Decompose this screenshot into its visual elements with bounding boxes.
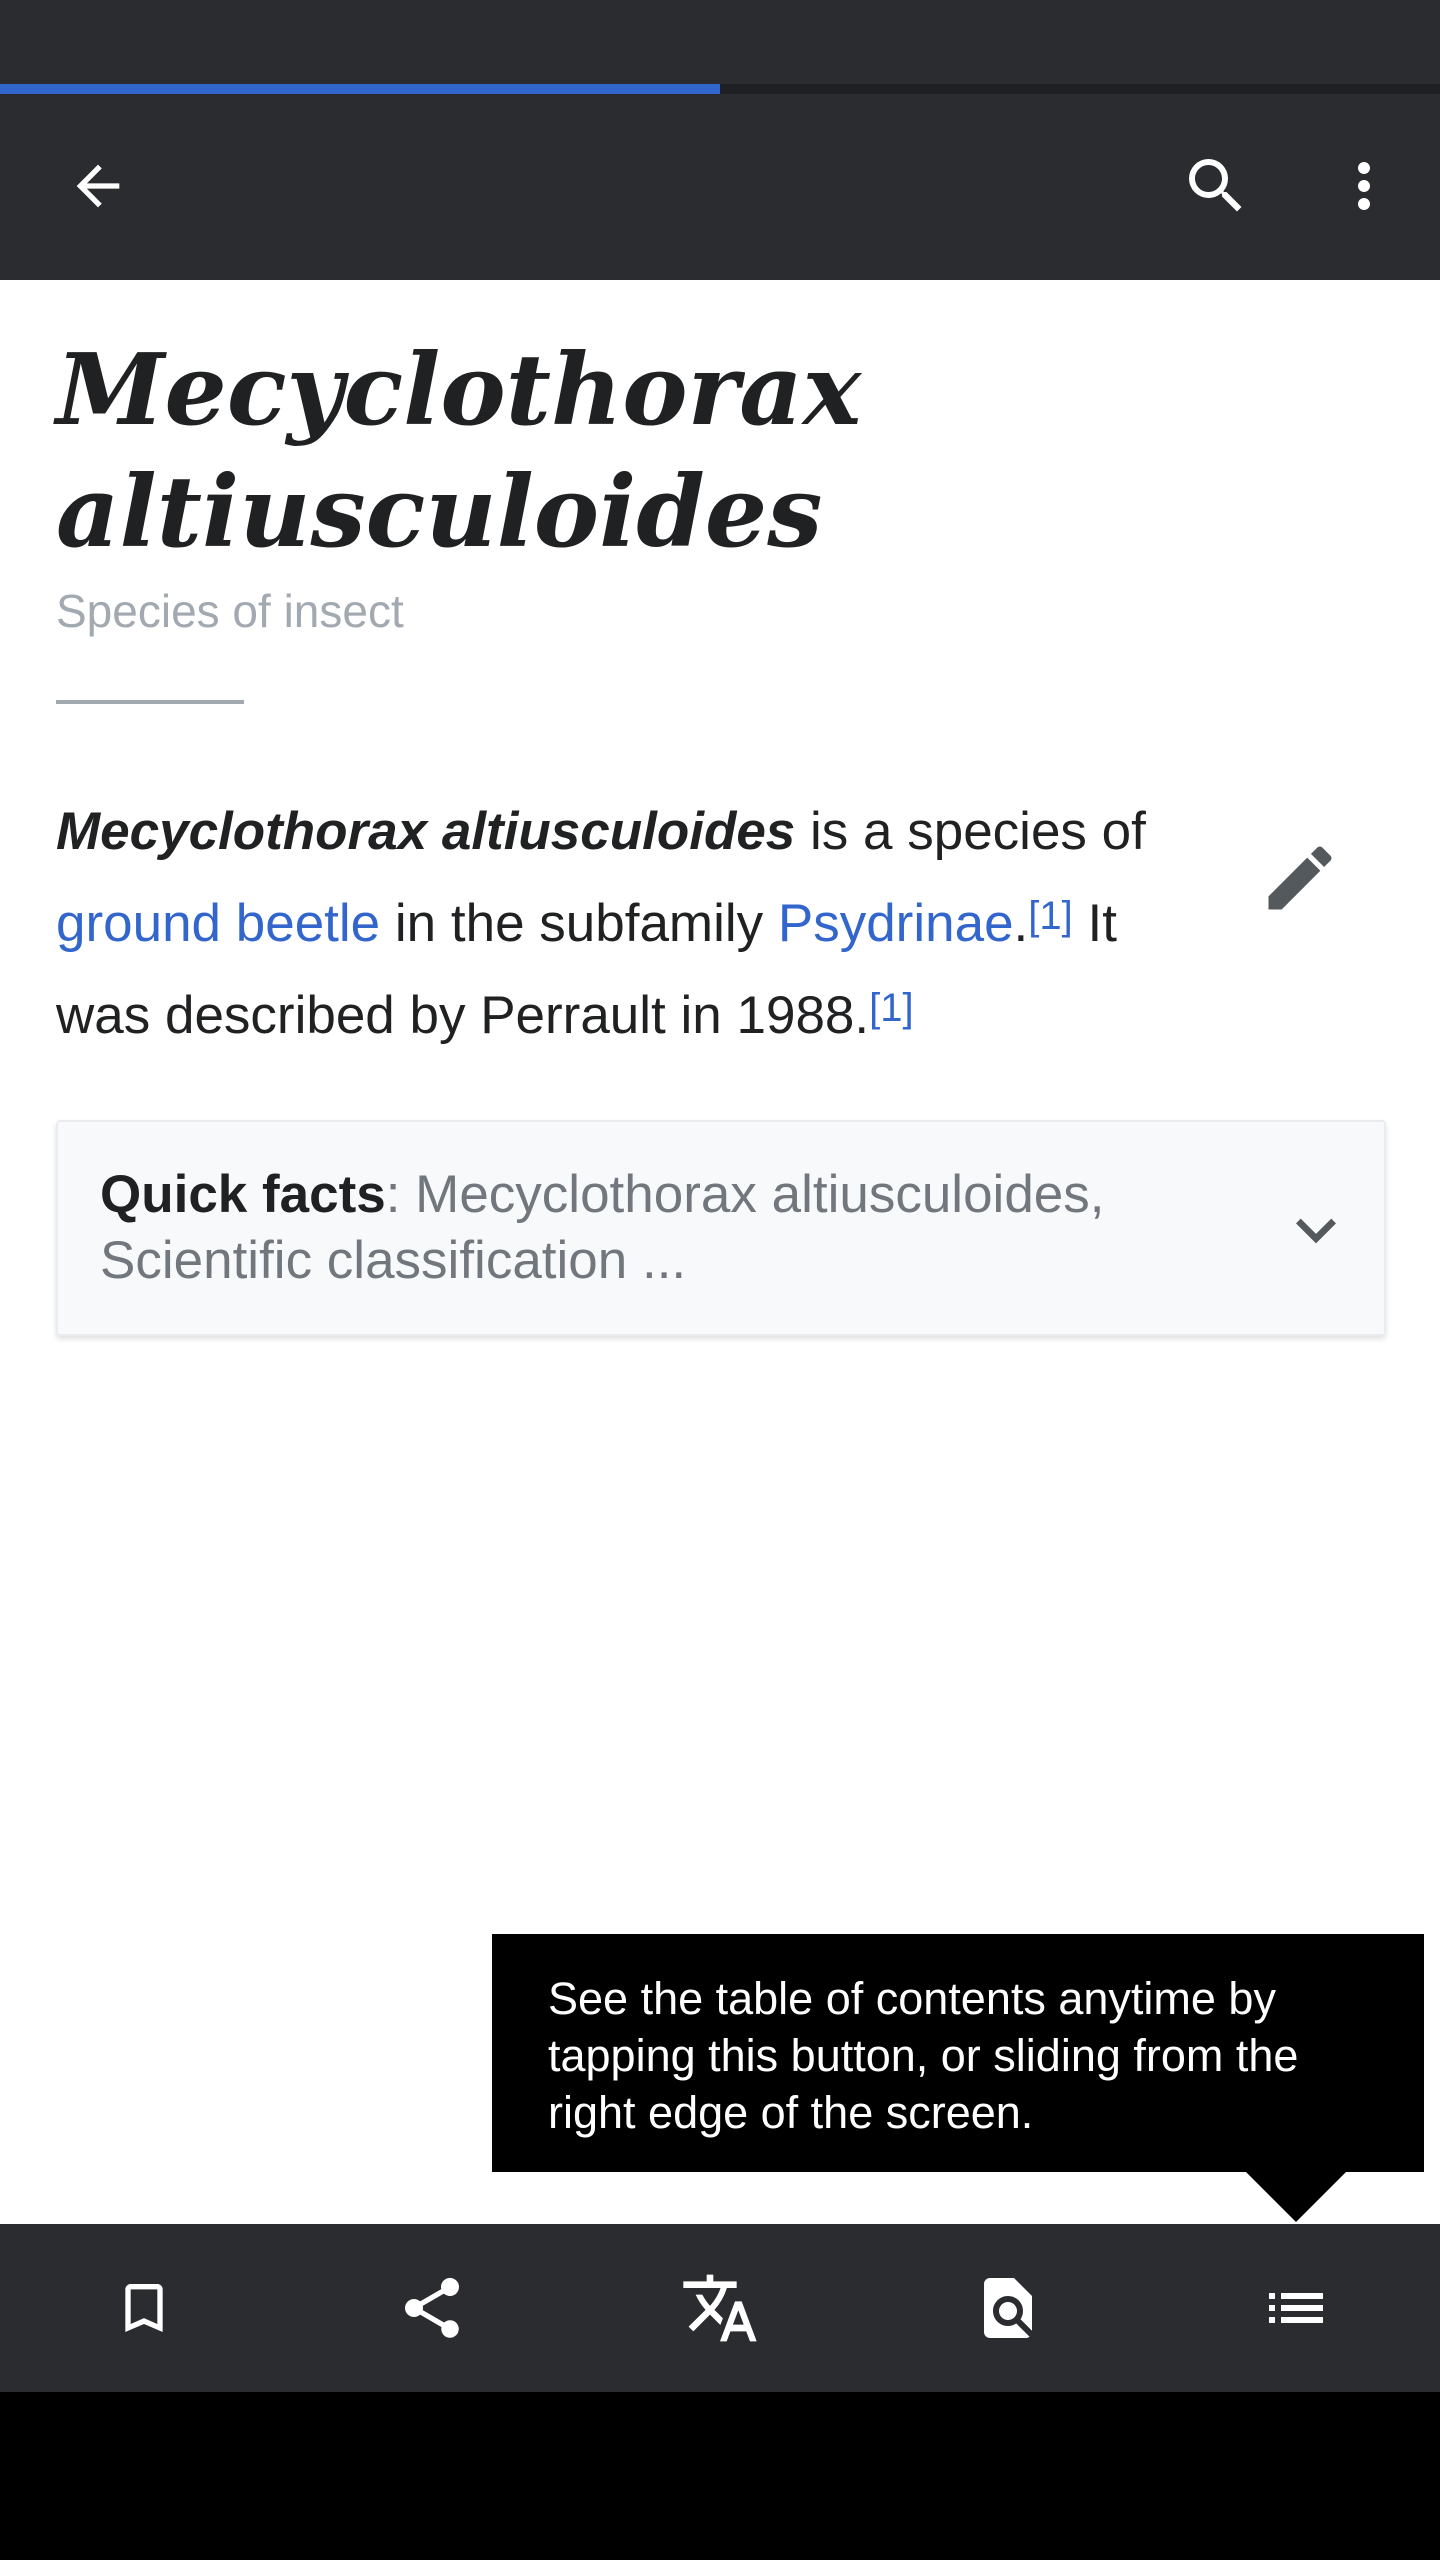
lead-paragraph: Mecyclothorax altiusculoides is a specie… bbox=[56, 786, 1206, 1062]
share-button[interactable] bbox=[380, 2256, 484, 2360]
search-icon bbox=[1189, 159, 1242, 212]
bottom-action-bar bbox=[0, 2224, 1440, 2392]
quick-facts-expand[interactable] bbox=[1264, 1178, 1368, 1282]
reference-link[interactable]: [1] bbox=[869, 986, 913, 1030]
find-in-page-button[interactable] bbox=[956, 2256, 1060, 2360]
reference-link[interactable]: [1] bbox=[1028, 894, 1072, 938]
page-description: Species of insect bbox=[56, 585, 404, 637]
translate-icon bbox=[683, 2274, 757, 2342]
quick-facts-text: Quick facts: Mecyclothorax altiusculoide… bbox=[100, 1162, 1200, 1294]
table-of-contents-icon bbox=[1269, 2293, 1323, 2323]
lead-text: is a species of bbox=[795, 802, 1146, 861]
title-divider bbox=[56, 700, 244, 704]
link-psydrinae[interactable]: Psydrinae bbox=[778, 894, 1014, 953]
page-title: Mecyclothorax altiusculoides bbox=[56, 333, 862, 570]
status-bar bbox=[0, 0, 1440, 84]
lead-text: in the subfamily bbox=[380, 894, 778, 953]
quick-facts-label: Quick facts bbox=[100, 1165, 386, 1224]
tooltip-arrow bbox=[1244, 2170, 1348, 2222]
search-button[interactable] bbox=[1164, 134, 1268, 238]
system-navigation-bar bbox=[0, 2392, 1440, 2560]
save-button[interactable] bbox=[92, 2256, 196, 2360]
chevron-down-icon bbox=[1296, 1218, 1336, 1244]
link-ground-beetle[interactable]: ground beetle bbox=[56, 894, 380, 953]
article-content: Mecyclothorax altiusculoides Species of … bbox=[0, 280, 1440, 2224]
table-of-contents-button[interactable] bbox=[1244, 2256, 1348, 2360]
share-icon bbox=[404, 2277, 460, 2338]
arrow-back-icon bbox=[76, 164, 120, 208]
toc-tooltip[interactable]: See the table of contents anytime by tap… bbox=[492, 1934, 1424, 2172]
tooltip-text: See the table of contents anytime by tap… bbox=[548, 1973, 1299, 2138]
top-toolbar bbox=[0, 94, 1440, 280]
pencil-icon bbox=[1268, 846, 1332, 910]
bookmark-icon bbox=[125, 2284, 163, 2332]
lead-text: . bbox=[1013, 894, 1029, 953]
language-button[interactable] bbox=[668, 2256, 772, 2360]
page-load-progress bbox=[0, 84, 1440, 94]
lead-bold-name: Mecyclothorax altiusculoides bbox=[56, 802, 796, 861]
page-load-progress-fill bbox=[0, 84, 720, 94]
more-options-button[interactable] bbox=[1312, 134, 1416, 238]
edit-button[interactable] bbox=[1248, 826, 1352, 930]
back-button[interactable] bbox=[46, 134, 150, 238]
quick-facts-box[interactable]: Quick facts: Mecyclothorax altiusculoide… bbox=[56, 1120, 1386, 1336]
find-in-page-icon bbox=[984, 2278, 1032, 2338]
more-vertical-icon bbox=[1358, 162, 1370, 210]
